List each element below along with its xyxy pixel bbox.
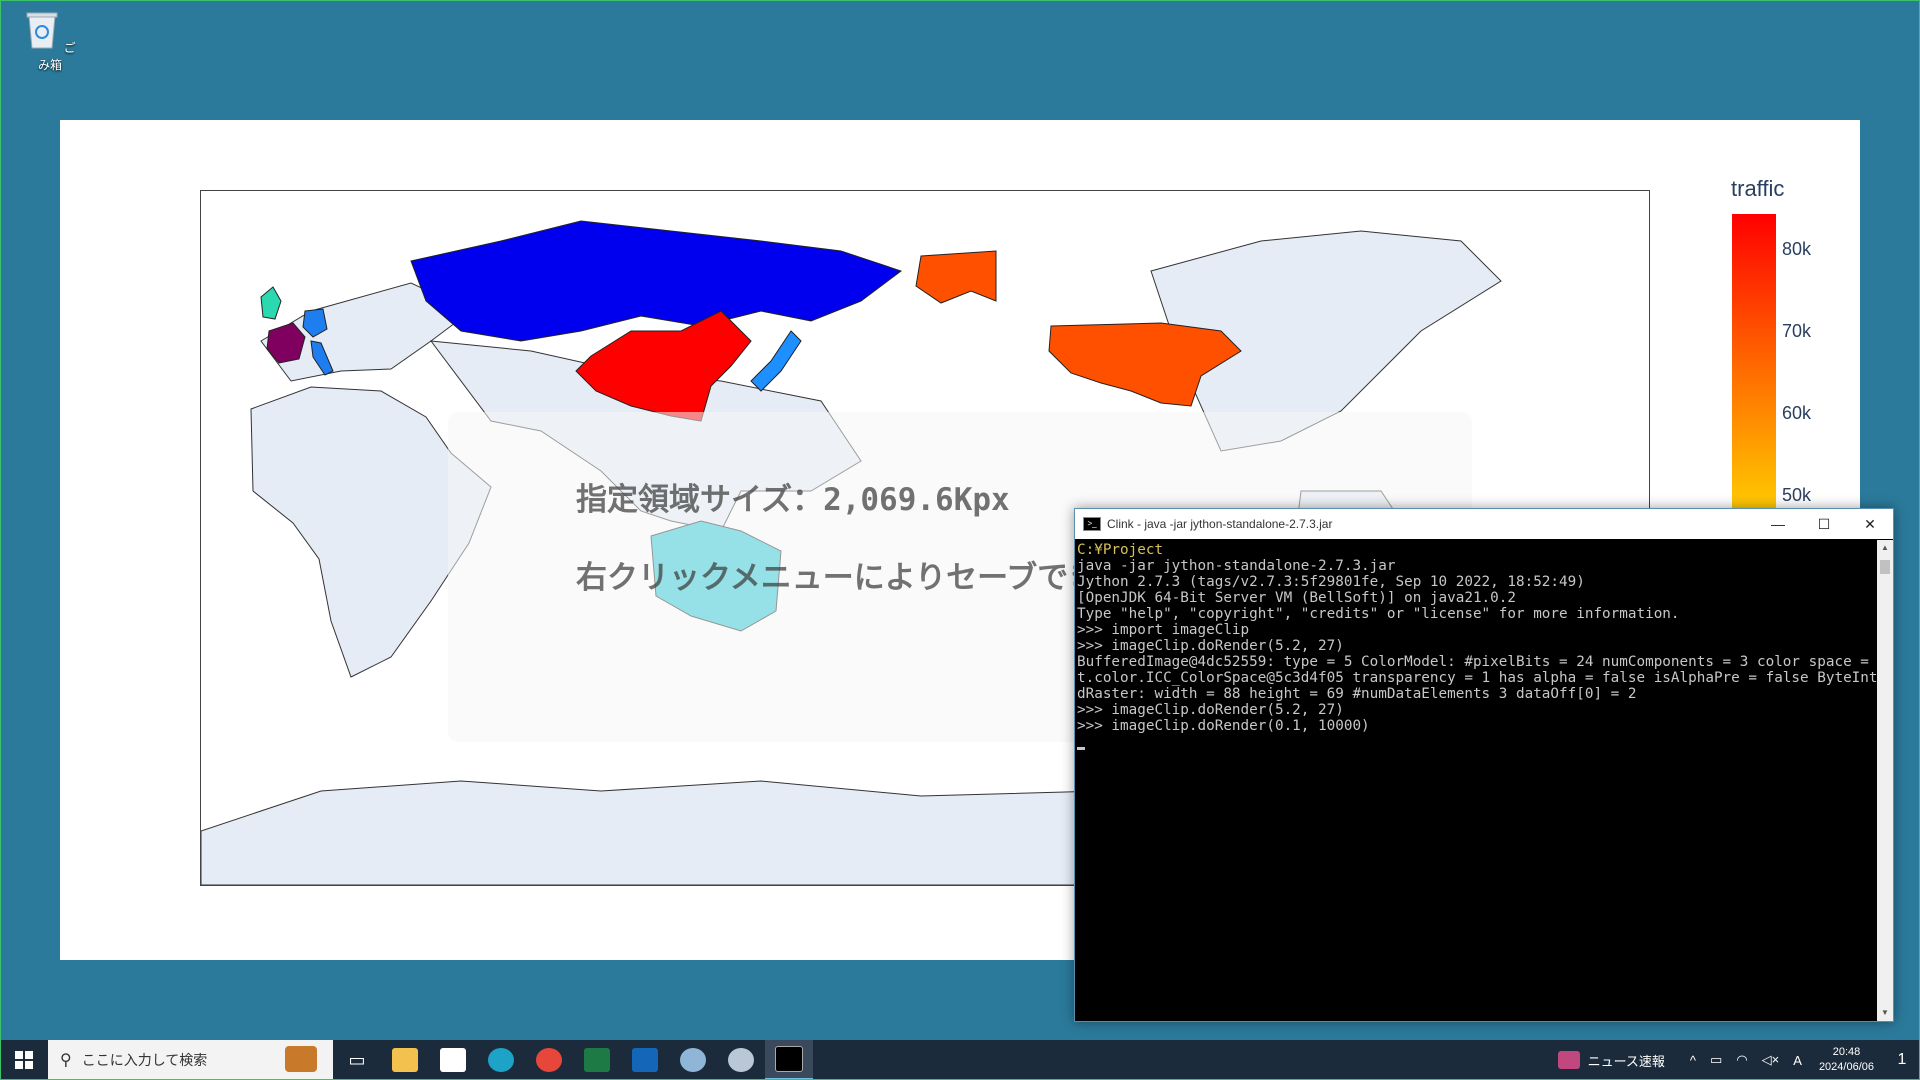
colorbar-tick-80k: 80k (1782, 239, 1812, 259)
console-title: Clink - java -jar jython-standalone-2.7.… (1107, 517, 1333, 531)
outlook-icon[interactable] (621, 1040, 669, 1080)
cmd-icon: >_ (1083, 517, 1101, 531)
close-button[interactable]: ✕ (1847, 509, 1893, 539)
console-line: C:¥Project (1077, 542, 1164, 558)
console-line: t.color.ICC_ColorSpace@5c3d4f05 transpar… (1077, 670, 1877, 686)
console-scrollbar[interactable]: ▲ ▼ (1877, 540, 1893, 1021)
colorbar-tick-50k: 50k (1782, 485, 1812, 505)
taskbar: ⚲ ここに入力して検索 ▭ ニュース速報 ^ ▭ ◠ ◁× A 20:48 20… (0, 1040, 1920, 1080)
notification-count: 1 (1897, 1051, 1907, 1068)
terminal-icon[interactable] (765, 1040, 813, 1080)
recycle-bin-icon (26, 12, 58, 49)
colorbar-tick-60k: 60k (1782, 403, 1812, 423)
file-explorer-icon[interactable] (381, 1040, 429, 1080)
news-icon (1557, 1051, 1580, 1069)
edge-icon[interactable] (477, 1040, 525, 1080)
console-line: >>> import imageClip (1077, 622, 1250, 638)
console-titlebar[interactable]: >_ Clink - java -jar jython-standalone-2… (1075, 509, 1893, 539)
battery-icon[interactable]: ▭ (1710, 1052, 1722, 1068)
paint3d-icon[interactable] (717, 1040, 765, 1080)
text-cursor (1077, 747, 1085, 750)
console-line: >>> imageClip.doRender(5.2, 27) (1077, 702, 1344, 718)
search-placeholder: ここに入力して検索 (81, 1052, 208, 1068)
scroll-down-icon[interactable]: ▼ (1877, 1005, 1893, 1021)
colorbar-title: traffic (1731, 176, 1785, 201)
excel-icon[interactable] (573, 1040, 621, 1080)
windows-icon (15, 1051, 33, 1069)
scroll-thumb[interactable] (1880, 560, 1890, 574)
news-label: ニュース速報 (1587, 1053, 1665, 1069)
start-button[interactable] (0, 1040, 48, 1080)
console-window[interactable]: >_ Clink - java -jar jython-standalone-2… (1074, 508, 1894, 1022)
chrome-icon[interactable] (525, 1040, 573, 1080)
notification-center-icon[interactable]: 1 (1884, 1051, 1920, 1069)
console-line: Jython 2.7.3 (tags/v2.7.3:5f29801fe, Sep… (1077, 574, 1585, 590)
console-line: java -jar jython-standalone-2.7.3.jar (1077, 558, 1396, 574)
search-icon: ⚲ (60, 1052, 72, 1069)
recycle-bin[interactable]: ごみ箱 (24, 8, 76, 73)
task-view-icon[interactable]: ▭ (333, 1040, 381, 1080)
console-line: >>> imageClip.doRender(0.1, 10000) (1077, 718, 1370, 734)
volume-mute-icon[interactable]: ◁× (1762, 1052, 1780, 1068)
minimize-button[interactable]: — (1755, 509, 1801, 539)
clock-time: 20:48 (1832, 1046, 1861, 1058)
clock[interactable]: 20:48 2024/06/06 (1819, 1045, 1874, 1075)
maximize-button[interactable]: ☐ (1801, 509, 1847, 539)
console-line: dRaster: width = 88 height = 69 #numData… (1077, 686, 1637, 702)
news-widget[interactable]: ニュース速報 (1557, 1051, 1665, 1070)
console-line: Type "help", "copyright", "credits" or "… (1077, 606, 1680, 622)
paint-icon[interactable] (669, 1040, 717, 1080)
scroll-up-icon[interactable]: ▲ (1877, 540, 1893, 556)
clock-date: 2024/06/06 (1818, 1061, 1874, 1073)
briefcase-icon (285, 1046, 317, 1072)
console-line: [OpenJDK 64-Bit Server VM (BellSoft)] on… (1077, 590, 1516, 606)
console-output[interactable]: C:¥Project java -jar jython-standalone-2… (1075, 540, 1877, 1021)
console-line: >>> imageClip.doRender(5.2, 27) (1077, 638, 1344, 654)
console-line: BufferedImage@4dc52559: type = 5 ColorMo… (1077, 654, 1877, 670)
ime-indicator[interactable]: A (1793, 1053, 1802, 1068)
store-icon[interactable] (429, 1040, 477, 1080)
taskbar-search[interactable]: ⚲ ここに入力して検索 (48, 1040, 333, 1080)
selection-size-text: 指定領域サイズ：2,069.6Kpx (576, 482, 1010, 518)
network-icon[interactable]: ◠ (1736, 1052, 1747, 1068)
colorbar-tick-70k: 70k (1782, 321, 1812, 341)
system-tray: ニュース速報 ^ ▭ ◠ ◁× A 20:48 2024/06/06 1 (1557, 1040, 1920, 1080)
chevron-up-icon[interactable]: ^ (1690, 1053, 1696, 1068)
